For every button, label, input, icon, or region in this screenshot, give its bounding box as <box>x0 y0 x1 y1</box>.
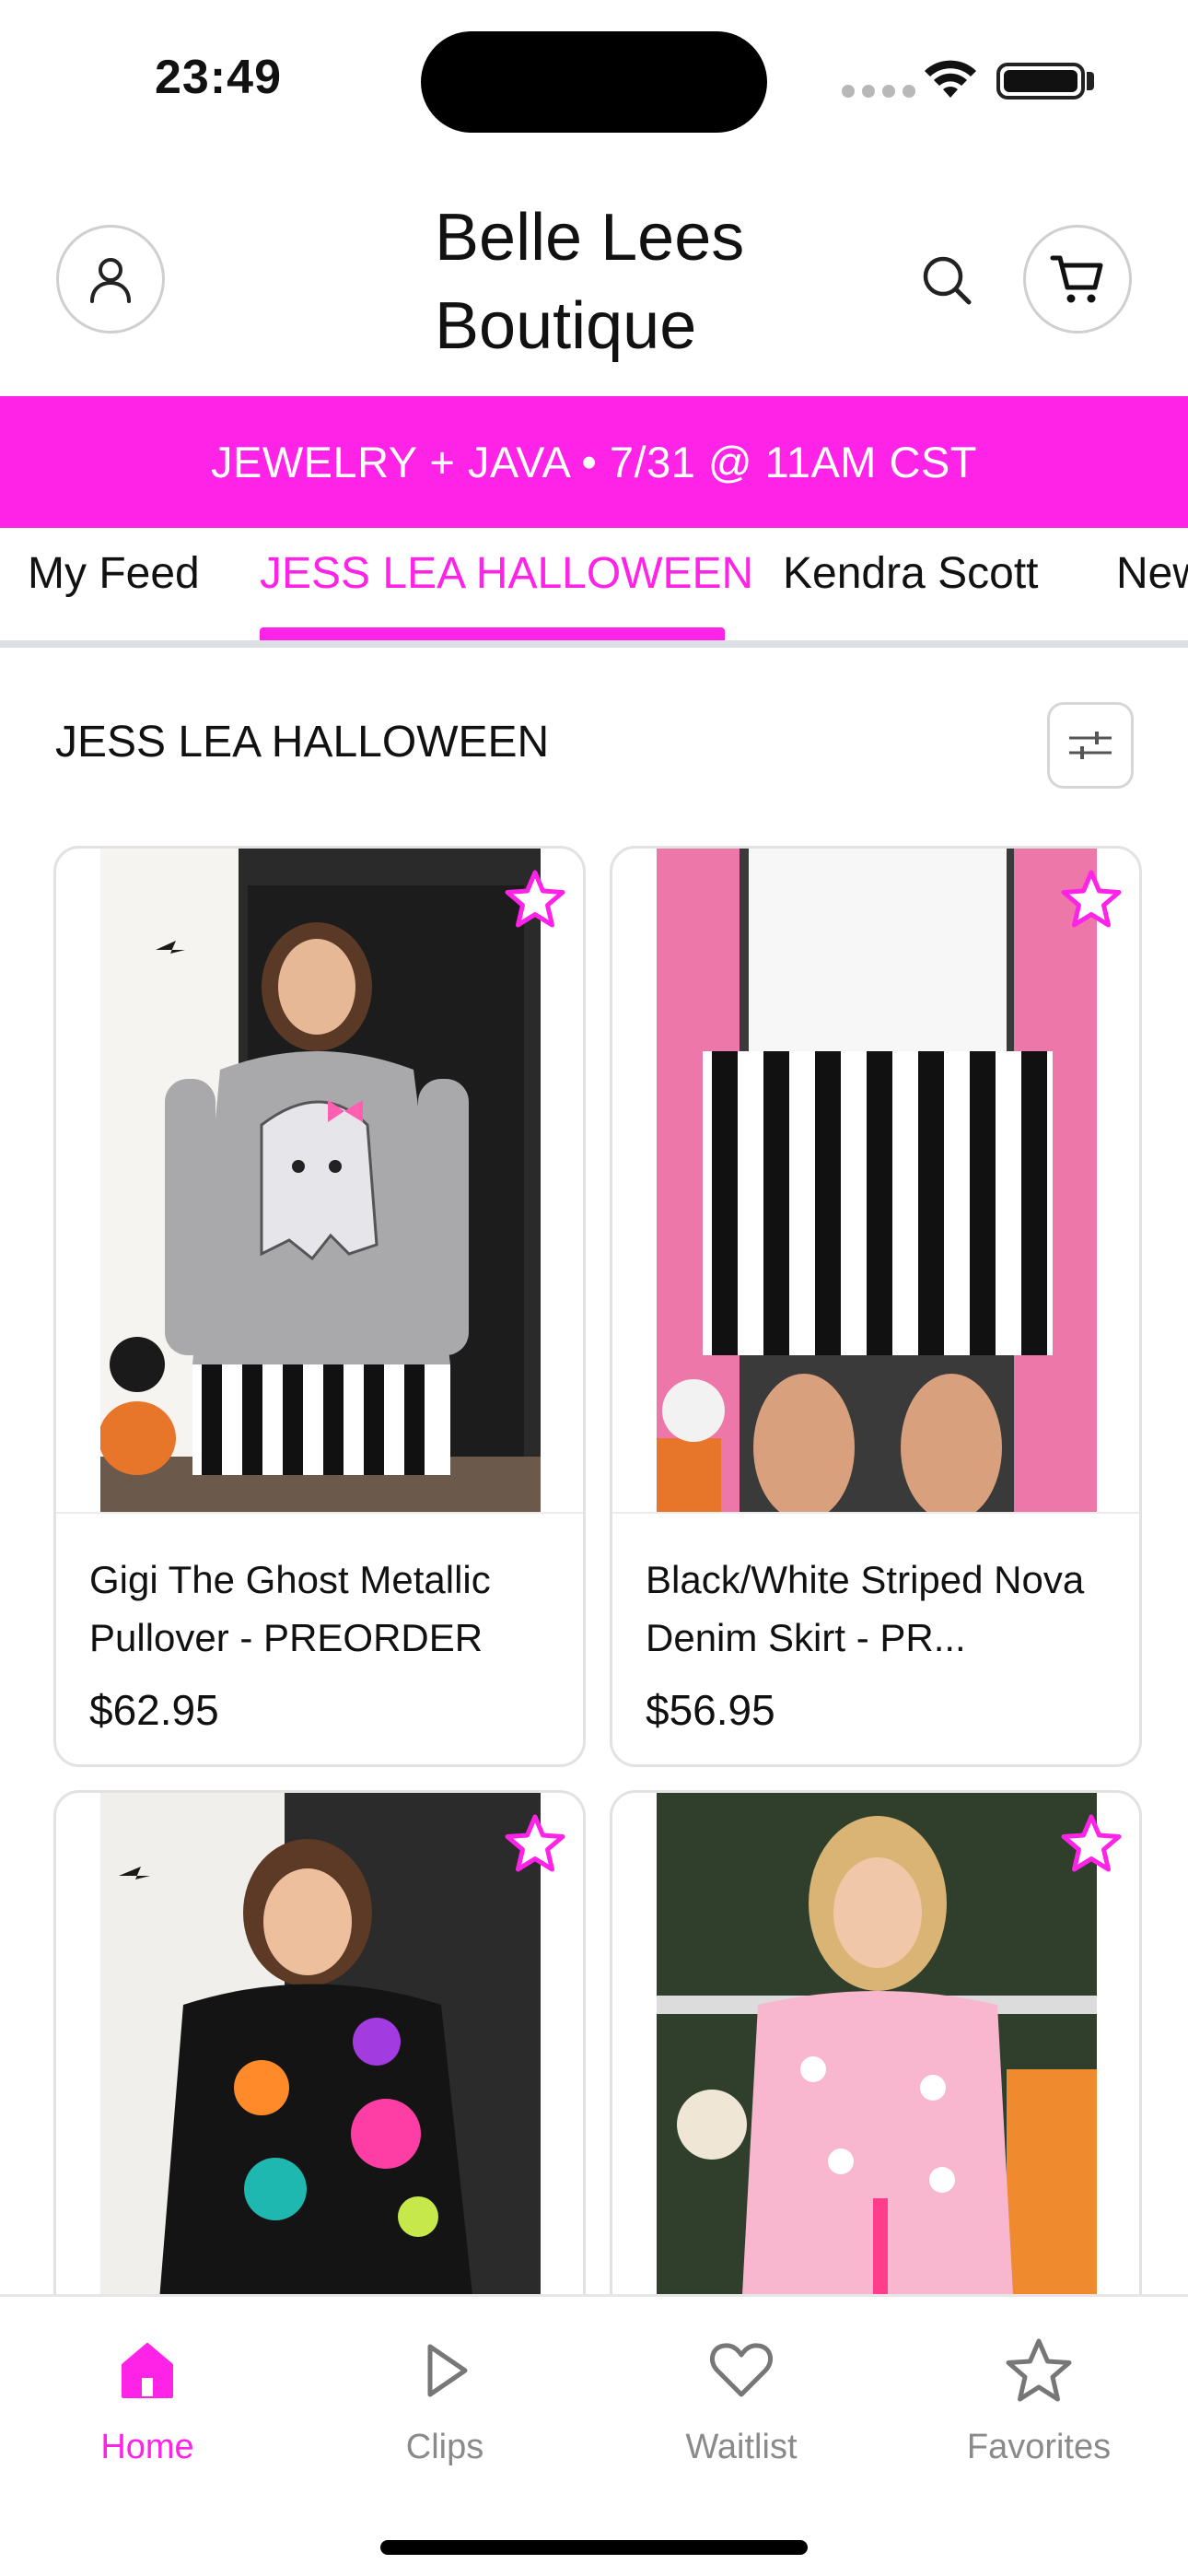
search-icon <box>923 256 972 305</box>
favorite-star-icon[interactable] <box>1058 1811 1124 1878</box>
nav-clips[interactable]: Clips <box>344 2334 546 2467</box>
nav-home[interactable]: Home <box>46 2334 249 2467</box>
collection-tabs: My Feed JESS LEA HALLOWEEN Kendra Scott … <box>0 528 1188 648</box>
active-tab-indicator <box>260 627 725 640</box>
tab-new[interactable]: New <box>1116 548 1188 640</box>
product-name[interactable]: Gigi The Ghost Metallic Pullover - PREOR… <box>89 1551 550 1667</box>
product-price: $56.95 <box>646 1686 775 1734</box>
status-bar: 23:49 <box>0 0 1188 166</box>
cart-icon <box>1050 255 1103 303</box>
favorite-star-icon[interactable] <box>502 867 568 933</box>
user-icon <box>90 258 131 303</box>
tab-kendra-scott[interactable]: Kendra Scott <box>783 548 1039 640</box>
play-icon <box>427 2344 468 2397</box>
home-indicator[interactable] <box>380 2540 808 2555</box>
nav-favorites[interactable]: Favorites <box>938 2334 1140 2467</box>
product-card[interactable]: Gigi The Ghost Metallic Pullover - PREOR… <box>53 846 586 1767</box>
nav-waitlist[interactable]: Waitlist <box>640 2334 843 2467</box>
product-card[interactable] <box>53 1790 586 2343</box>
product-name[interactable]: Black/White Striped Nova Denim Skirt - P… <box>646 1551 1106 1667</box>
nav-home-label: Home <box>100 2428 194 2466</box>
home-icon <box>122 2343 173 2398</box>
section-title: JESS LEA HALLOWEEN <box>55 718 550 767</box>
star-icon <box>1006 2338 1072 2402</box>
account-button[interactable] <box>56 225 165 334</box>
status-time: 23:49 <box>155 51 282 104</box>
search-button[interactable] <box>915 249 980 313</box>
battery-icon <box>996 63 1085 100</box>
favorite-star-icon[interactable] <box>1058 867 1124 933</box>
nav-waitlist-label: Waitlist <box>685 2428 798 2466</box>
product-image[interactable] <box>657 849 1097 1512</box>
store-name-line1: Belle Lees <box>435 201 745 275</box>
cart-button[interactable] <box>1023 225 1132 334</box>
favorite-star-icon[interactable] <box>502 1811 568 1878</box>
promo-banner[interactable]: JEWELRY + JAVA • 7/31 @ 11AM CST <box>0 396 1188 528</box>
dynamic-island <box>421 31 767 133</box>
product-price: $62.95 <box>89 1686 219 1734</box>
product-image[interactable] <box>657 1793 1097 2340</box>
bottom-tab-bar: Home Clips Waitlist Favorites <box>0 2294 1188 2576</box>
product-image[interactable] <box>100 849 541 1512</box>
cellular-signal-icon <box>842 85 915 98</box>
store-name: Belle Lees Boutique <box>435 193 821 370</box>
app-header: Belle Lees Boutique <box>0 166 1188 396</box>
card-divider <box>56 1512 583 1514</box>
sliders-icon <box>1069 732 1112 759</box>
tab-jess-lea-halloween[interactable]: JESS LEA HALLOWEEN <box>260 548 753 640</box>
card-divider <box>612 1512 1139 1514</box>
wifi-icon <box>925 60 976 98</box>
product-card[interactable] <box>610 1790 1142 2343</box>
tab-my-feed[interactable]: My Feed <box>28 548 200 640</box>
store-name-line2: Boutique <box>435 289 697 363</box>
app-screen: 23:49 Belle Lees Boutique JEWELRY + JAVA… <box>0 0 1188 2576</box>
heart-icon <box>709 2343 774 2397</box>
product-card[interactable]: Black/White Striped Nova Denim Skirt - P… <box>610 846 1142 1767</box>
battery-cap <box>1087 72 1094 90</box>
product-image[interactable] <box>100 1793 541 2340</box>
filter-button[interactable] <box>1047 702 1134 789</box>
nav-favorites-label: Favorites <box>966 2428 1112 2466</box>
nav-clips-label: Clips <box>405 2428 484 2466</box>
